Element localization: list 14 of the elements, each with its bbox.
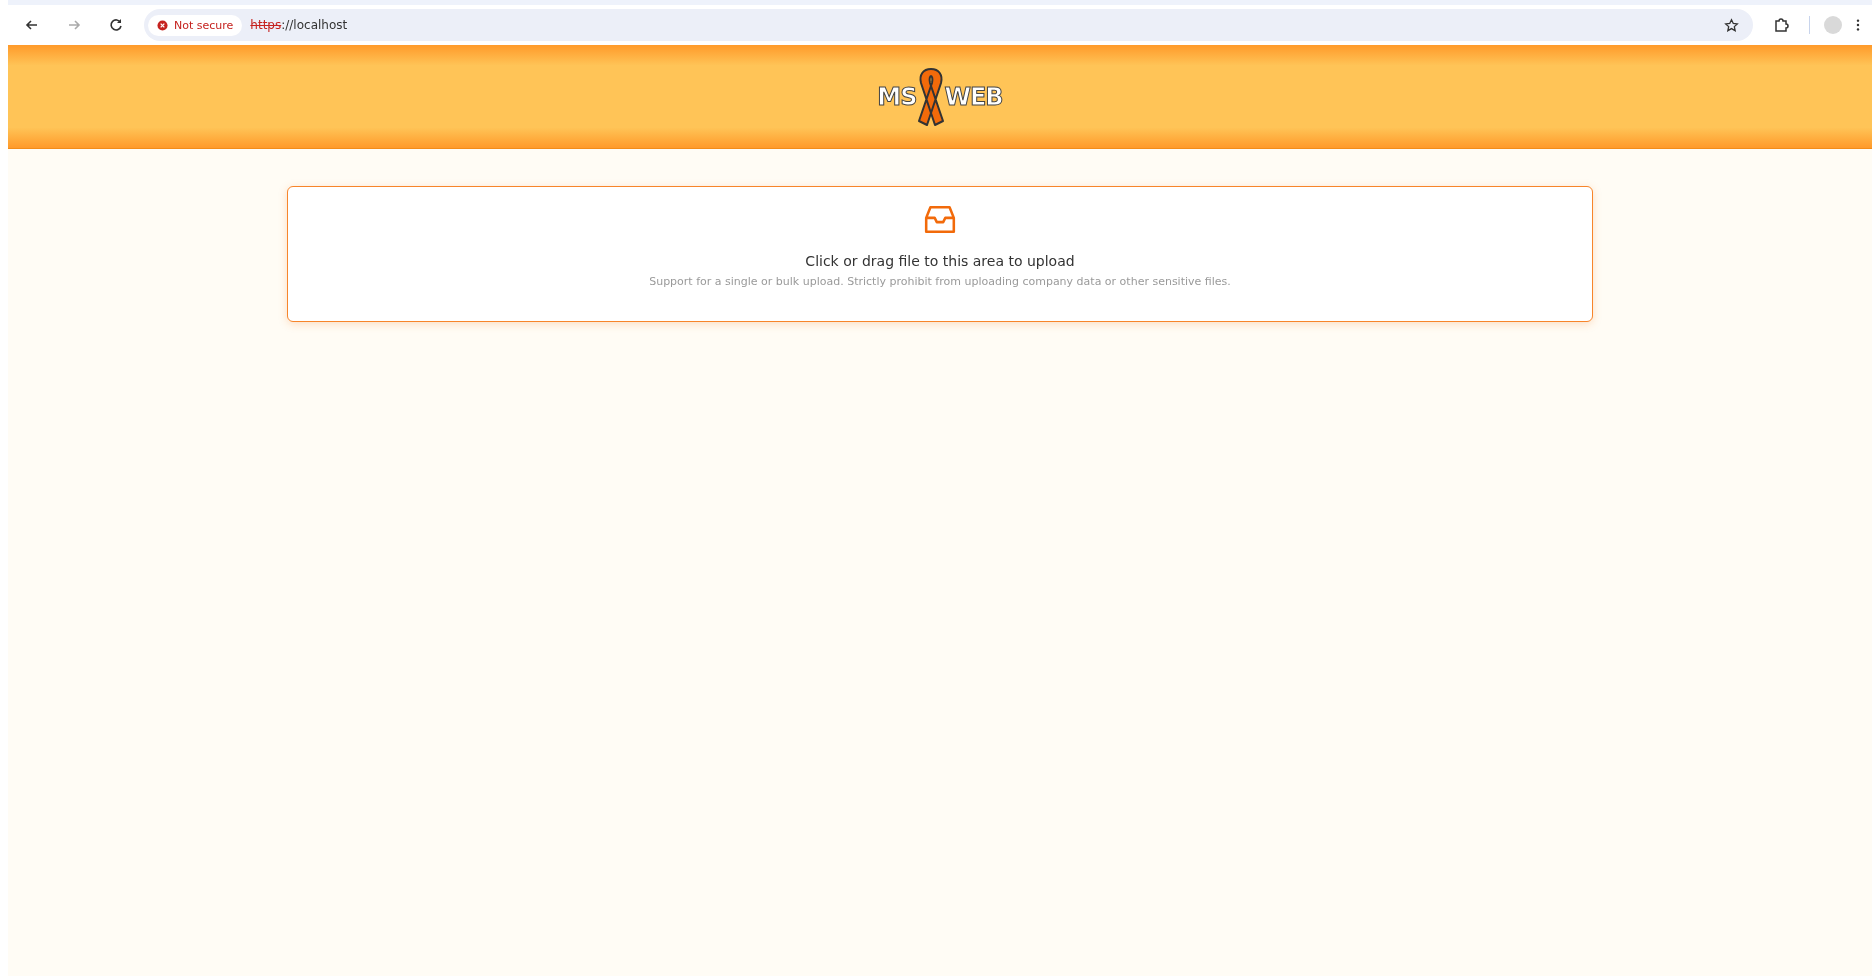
reload-icon[interactable] <box>108 17 124 33</box>
upload-hint: Support for a single or bulk upload. Strictly prohibit from uploading company data or other sensitive files. <box>649 275 1231 288</box>
logo-text: MS <box>877 82 917 111</box>
url-text: https://localhost <box>250 18 349 32</box>
security-chip[interactable]: Not secure <box>148 14 243 36</box>
security-label: Not secure <box>174 18 234 32</box>
star-icon[interactable] <box>1724 17 1739 33</box>
puzzle-icon[interactable] <box>1773 17 1789 33</box>
upload-title: Click or drag file to this area to upload <box>805 253 1075 269</box>
error-icon <box>157 19 168 31</box>
logo-text: WEB <box>944 82 1003 111</box>
menu-icon[interactable] <box>1856 18 1860 32</box>
address-bar[interactable]: Not secure https://localhost <box>144 9 1753 41</box>
upload-dropzone[interactable]: Click or drag file to this area to upload Support for a single or bulk upload. Strictly prohibit from uploading company data or other sensitive files. <box>287 186 1593 322</box>
